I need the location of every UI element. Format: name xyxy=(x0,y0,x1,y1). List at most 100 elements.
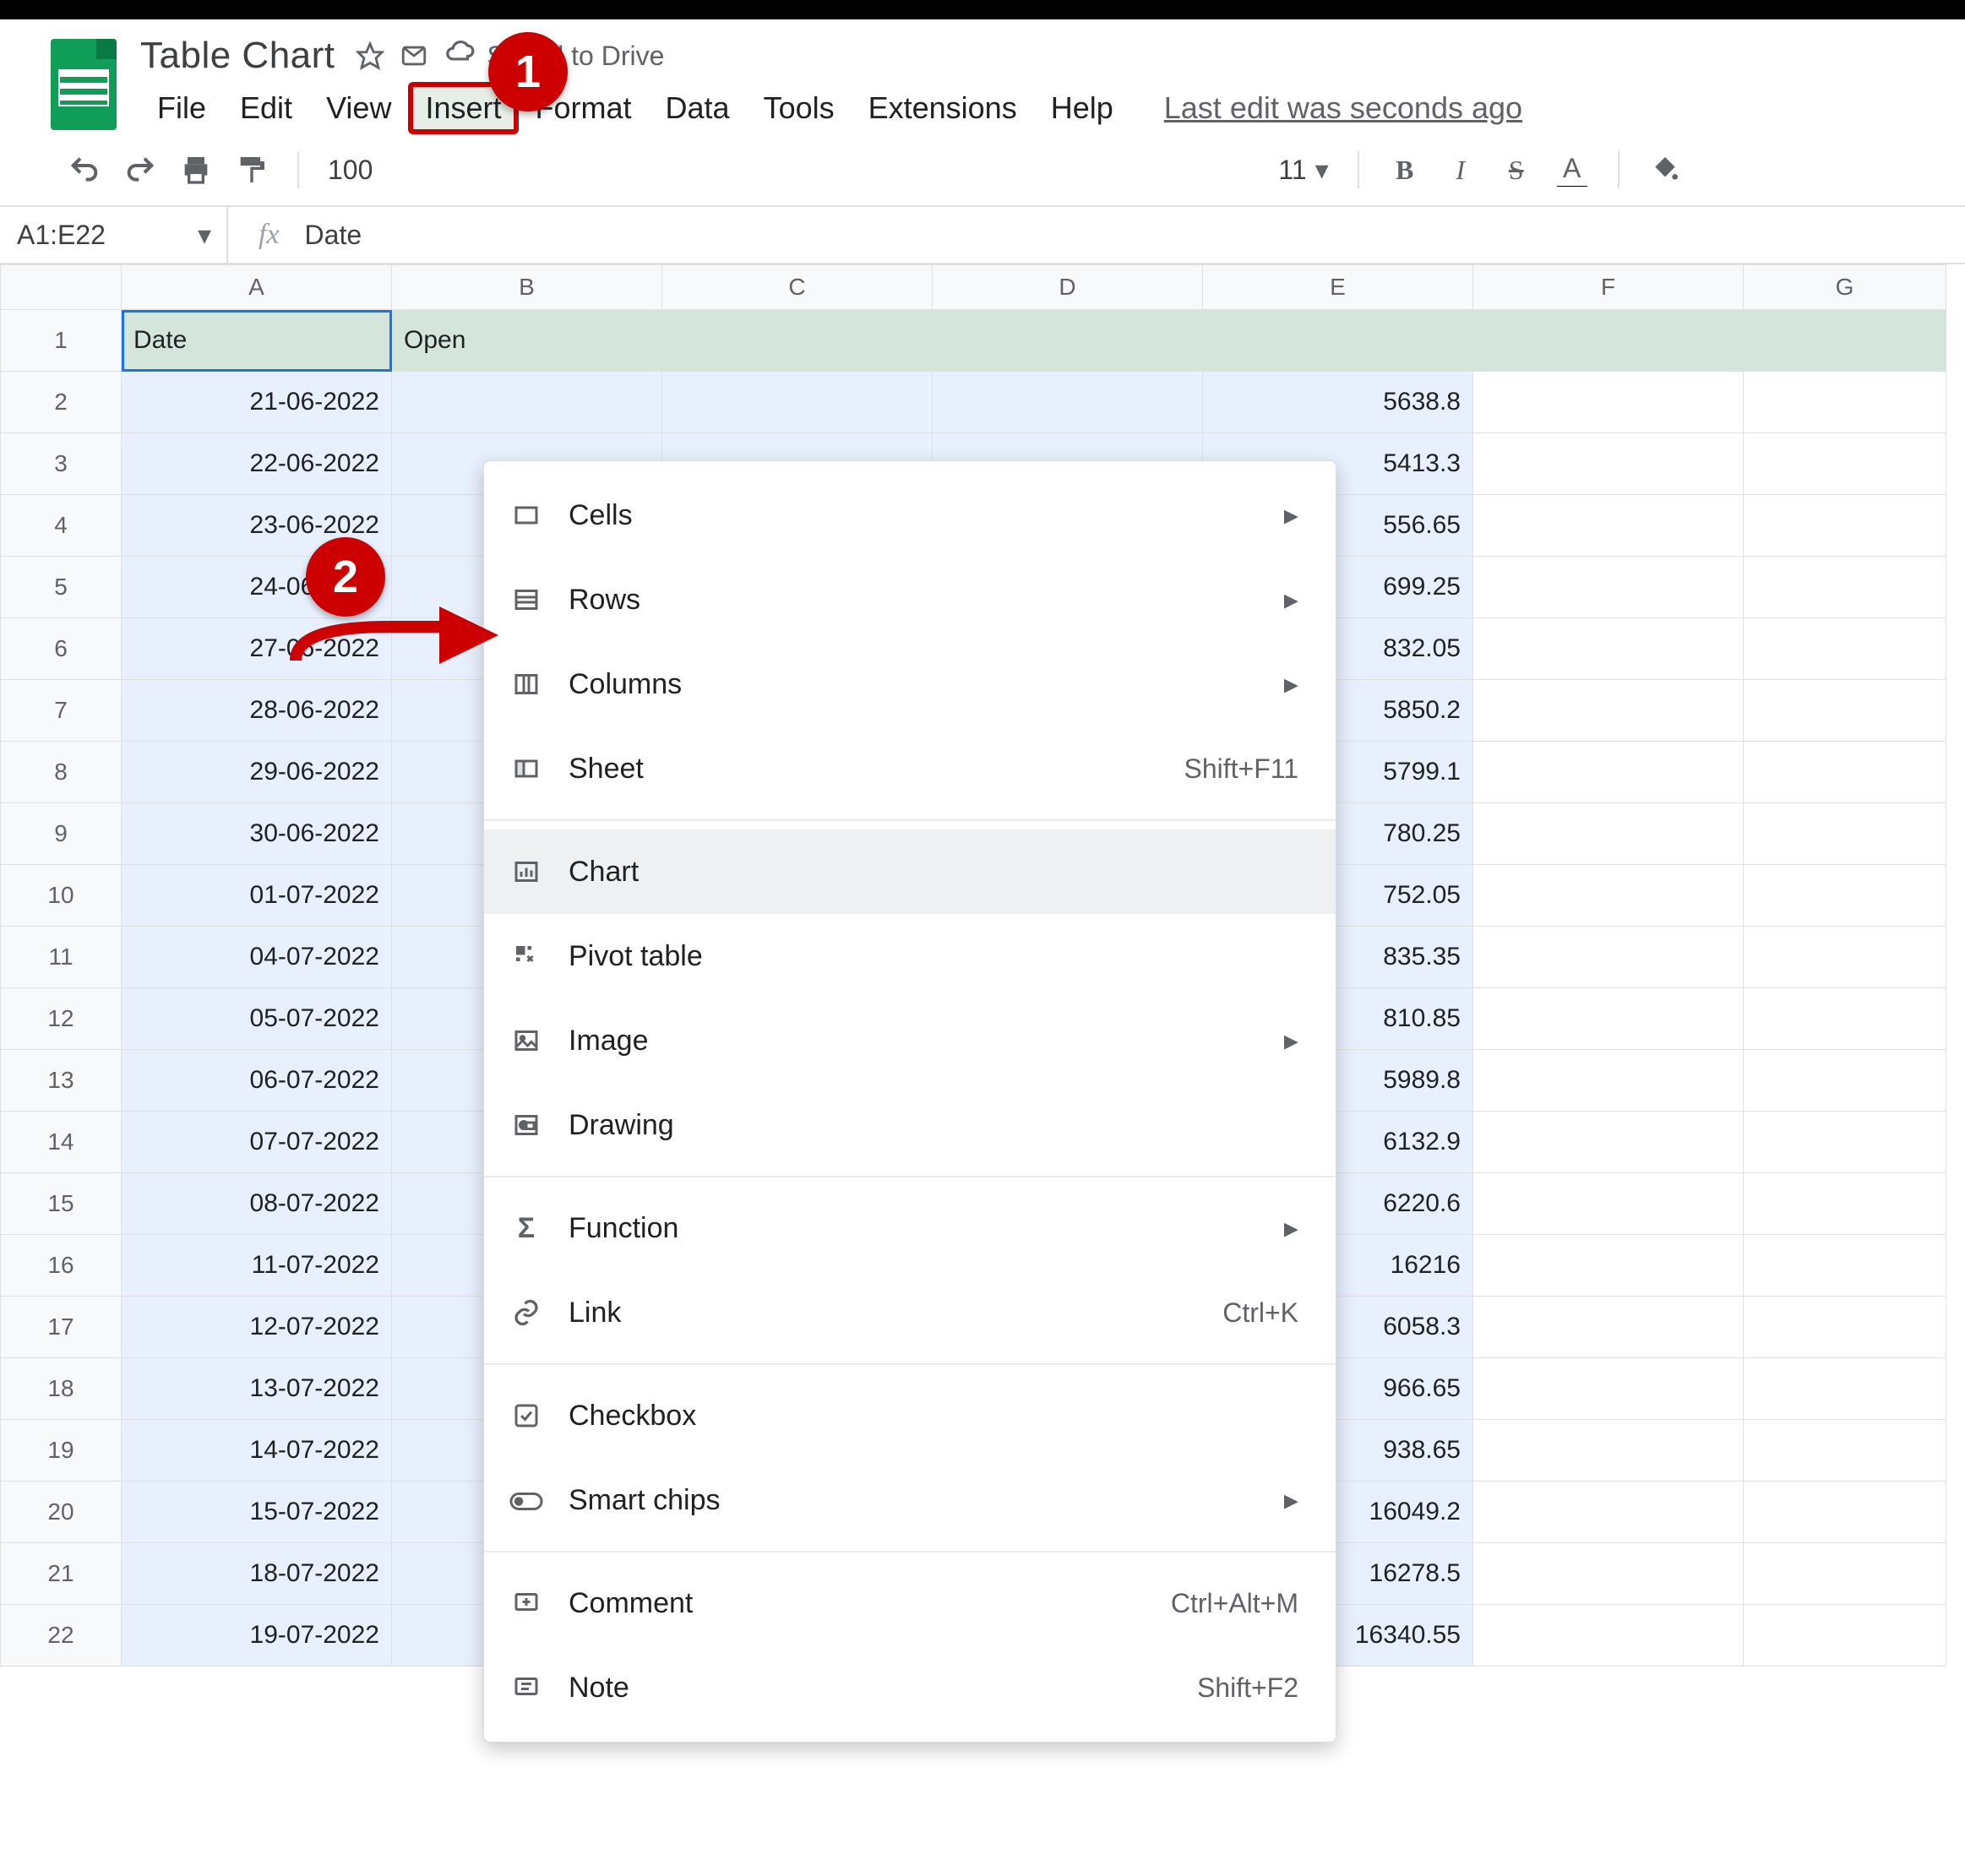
undo-icon[interactable] xyxy=(68,153,101,187)
insert-function[interactable]: ΣFunction▸ xyxy=(484,1186,1336,1270)
row-header[interactable]: 8 xyxy=(1,742,122,803)
cell[interactable] xyxy=(662,372,933,433)
menu-extensions[interactable]: Extensions xyxy=(852,82,1034,134)
insert-comment[interactable]: CommentCtrl+Alt+M xyxy=(484,1561,1336,1645)
insert-pivot[interactable]: Pivot table xyxy=(484,914,1336,998)
cell[interactable] xyxy=(1744,618,1946,680)
cell[interactable] xyxy=(933,372,1203,433)
last-edit-link[interactable]: Last edit was seconds ago xyxy=(1164,90,1522,126)
row-header[interactable]: 1 xyxy=(1,310,122,372)
name-box[interactable]: A1:E22▾ xyxy=(0,207,228,263)
col-header-f[interactable]: F xyxy=(1473,265,1744,310)
cell[interactable] xyxy=(662,310,933,372)
insert-rows[interactable]: Rows▸ xyxy=(484,557,1336,642)
cell[interactable] xyxy=(1473,1112,1744,1173)
cell[interactable]: 04-07-2022 xyxy=(122,927,392,988)
row-header[interactable]: 11 xyxy=(1,927,122,988)
row-header[interactable]: 12 xyxy=(1,988,122,1050)
row-header[interactable]: 21 xyxy=(1,1543,122,1605)
cell[interactable] xyxy=(1744,803,1946,865)
cell[interactable] xyxy=(1473,618,1744,680)
insert-chart[interactable]: Chart xyxy=(484,829,1336,914)
cell[interactable]: 19-07-2022 xyxy=(122,1605,392,1667)
menu-file[interactable]: File xyxy=(140,82,223,134)
cell[interactable] xyxy=(1473,680,1744,742)
col-header-c[interactable]: C xyxy=(662,265,933,310)
cell[interactable] xyxy=(1473,372,1744,433)
row-header[interactable]: 4 xyxy=(1,495,122,557)
cell[interactable] xyxy=(1473,1543,1744,1605)
bold-button[interactable]: B xyxy=(1388,153,1422,187)
cell[interactable] xyxy=(1744,988,1946,1050)
cell[interactable]: 21-06-2022 xyxy=(122,372,392,433)
row-header[interactable]: 16 xyxy=(1,1235,122,1297)
cell[interactable] xyxy=(1744,495,1946,557)
cell[interactable] xyxy=(1744,1543,1946,1605)
cell[interactable] xyxy=(1473,1420,1744,1482)
paint-format-icon[interactable] xyxy=(235,153,269,187)
cell[interactable] xyxy=(1473,433,1744,495)
cell[interactable]: 5638.8 xyxy=(1203,372,1473,433)
cell[interactable]: 07-07-2022 xyxy=(122,1112,392,1173)
cell[interactable] xyxy=(1473,1605,1744,1667)
zoom-dropdown[interactable]: 100 xyxy=(328,155,373,186)
sheets-logo-icon[interactable] xyxy=(51,39,117,130)
menu-data[interactable]: Data xyxy=(649,82,747,134)
cell[interactable] xyxy=(1744,1482,1946,1543)
insert-note[interactable]: NoteShift+F2 xyxy=(484,1645,1336,1730)
menu-tools[interactable]: Tools xyxy=(747,82,852,134)
row-header[interactable]: 3 xyxy=(1,433,122,495)
insert-checkbox[interactable]: Checkbox xyxy=(484,1373,1336,1458)
row-header[interactable]: 6 xyxy=(1,618,122,680)
row-header[interactable]: 13 xyxy=(1,1050,122,1112)
cell[interactable] xyxy=(1744,372,1946,433)
row-header[interactable]: 14 xyxy=(1,1112,122,1173)
insert-smartchips[interactable]: Smart chips▸ xyxy=(484,1458,1336,1542)
cell[interactable] xyxy=(1473,803,1744,865)
cell[interactable] xyxy=(1473,1235,1744,1297)
insert-sheet[interactable]: SheetShift+F11 xyxy=(484,726,1336,811)
cell[interactable] xyxy=(1744,1050,1946,1112)
cell[interactable] xyxy=(1473,927,1744,988)
cell[interactable] xyxy=(933,310,1203,372)
cell[interactable]: 14-07-2022 xyxy=(122,1420,392,1482)
cell[interactable]: 12-07-2022 xyxy=(122,1297,392,1358)
cell[interactable] xyxy=(1744,680,1946,742)
cell[interactable] xyxy=(1744,1235,1946,1297)
fontsize-dropdown[interactable]: 11▾ xyxy=(1278,154,1328,186)
cell[interactable] xyxy=(1744,865,1946,927)
doc-title[interactable]: Table Chart xyxy=(140,35,335,77)
cell[interactable] xyxy=(1744,1173,1946,1235)
col-header-a[interactable]: A xyxy=(122,265,392,310)
table-row[interactable]: 221-06-20225638.8 xyxy=(1,372,1946,433)
cell[interactable] xyxy=(1473,310,1744,372)
cell[interactable] xyxy=(1473,557,1744,618)
cell[interactable] xyxy=(1473,495,1744,557)
print-icon[interactable] xyxy=(179,153,213,187)
cell[interactable]: 06-07-2022 xyxy=(122,1050,392,1112)
cell[interactable] xyxy=(1744,1358,1946,1420)
textcolor-button[interactable]: A xyxy=(1555,153,1589,187)
menu-help[interactable]: Help xyxy=(1034,82,1130,134)
row-header[interactable]: 7 xyxy=(1,680,122,742)
cell[interactable] xyxy=(392,372,662,433)
cell[interactable]: 08-07-2022 xyxy=(122,1173,392,1235)
cell[interactable] xyxy=(1473,1050,1744,1112)
cell[interactable] xyxy=(1744,1605,1946,1667)
italic-button[interactable]: I xyxy=(1444,153,1478,187)
cell[interactable]: 22-06-2022 xyxy=(122,433,392,495)
row-header[interactable]: 10 xyxy=(1,865,122,927)
insert-image[interactable]: Image▸ xyxy=(484,998,1336,1083)
cell[interactable] xyxy=(1744,310,1946,372)
insert-cells[interactable]: Cells▸ xyxy=(484,473,1336,557)
cell[interactable]: Open xyxy=(392,310,662,372)
cell[interactable] xyxy=(1744,1420,1946,1482)
cell[interactable]: Date xyxy=(122,310,392,372)
row-header[interactable]: 18 xyxy=(1,1358,122,1420)
cell[interactable] xyxy=(1473,1173,1744,1235)
cell[interactable] xyxy=(1473,865,1744,927)
fillcolor-button[interactable] xyxy=(1648,153,1682,187)
cell[interactable]: 18-07-2022 xyxy=(122,1543,392,1605)
cell[interactable] xyxy=(1744,927,1946,988)
row-header[interactable]: 17 xyxy=(1,1297,122,1358)
